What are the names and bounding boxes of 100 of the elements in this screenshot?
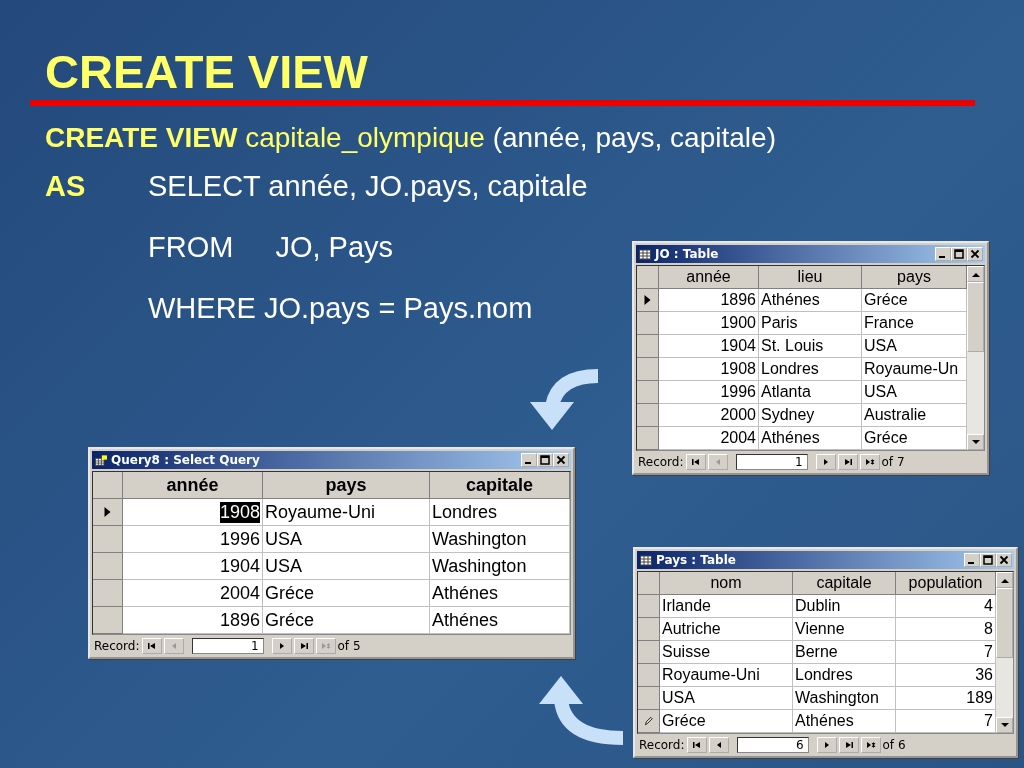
table-cell: Athénes: [793, 710, 896, 733]
table-cell: 1996: [123, 526, 263, 553]
table-cell: Berne: [793, 641, 896, 664]
record-number-field[interactable]: 1: [735, 454, 808, 470]
column-header[interactable]: lieu: [759, 266, 862, 289]
table-cell: USA: [263, 553, 430, 580]
record-number-field[interactable]: 1: [191, 638, 264, 654]
close-button[interactable]: [996, 553, 1012, 567]
first-record-button[interactable]: [686, 737, 707, 753]
select-all-corner[interactable]: [638, 572, 660, 595]
next-record-button[interactable]: [816, 737, 837, 753]
current-record-icon: [103, 506, 112, 518]
maximize-icon: [954, 249, 964, 259]
table-cell: Suisse: [660, 641, 793, 664]
window-title: JO : Table: [655, 247, 720, 261]
minimize-button[interactable]: [521, 453, 537, 467]
column-header[interactable]: pays: [263, 472, 430, 499]
table-cell: 1896: [659, 289, 759, 312]
column-header[interactable]: année: [659, 266, 759, 289]
record-number-field[interactable]: 6: [736, 737, 809, 753]
new-record-button[interactable]: [859, 454, 880, 470]
record-label: Record:: [638, 455, 684, 469]
first-record-icon: [146, 642, 157, 650]
table-cell: USA: [660, 687, 793, 710]
maximize-icon: [540, 455, 550, 465]
scroll-down-icon: [1000, 722, 1009, 728]
close-icon: [999, 555, 1009, 565]
record-selector[interactable]: [93, 499, 123, 526]
table-cell: Vienne: [793, 618, 896, 641]
table-icon: [639, 248, 651, 260]
minimize-icon: [524, 462, 531, 464]
last-record-icon: [298, 642, 309, 650]
table-cell: Sydney: [759, 404, 862, 427]
scroll-up-icon: [971, 271, 980, 277]
column-header[interactable]: pays: [862, 266, 967, 289]
last-record-icon: [843, 741, 854, 749]
vertical-scrollbar[interactable]: [996, 572, 1013, 733]
maximize-button[interactable]: [537, 453, 553, 467]
close-button[interactable]: [967, 247, 983, 261]
table-cell: 1904: [659, 335, 759, 358]
query-icon: [95, 454, 107, 466]
previous-record-button[interactable]: [708, 737, 729, 753]
last-record-icon: [842, 458, 853, 466]
table-cell: 1996: [659, 381, 759, 404]
sql-clause: SELECT année, JO.pays, capitale: [148, 170, 588, 203]
table-cell: Dublin: [793, 595, 896, 618]
table-cell: 1908: [659, 358, 759, 381]
window-title: Pays : Table: [656, 553, 737, 567]
vertical-scrollbar[interactable]: [967, 266, 984, 450]
minimize-button[interactable]: [964, 553, 980, 567]
table-icon: [640, 554, 652, 566]
table-cell: USA: [263, 526, 430, 553]
table-cell: Irlande: [660, 595, 793, 618]
table-cell: 1900: [659, 312, 759, 335]
column-header[interactable]: capitale: [430, 472, 570, 499]
close-icon: [556, 455, 566, 465]
table-cell: 1896: [123, 607, 263, 634]
minimize-button[interactable]: [935, 247, 951, 261]
minimize-icon: [938, 256, 945, 258]
column-header[interactable]: population: [896, 572, 996, 595]
maximize-icon: [983, 555, 993, 565]
next-record-button[interactable]: [271, 638, 292, 654]
table-cell: 2004: [123, 580, 263, 607]
table-cell: St. Louis: [759, 335, 862, 358]
as-keyword: AS: [45, 170, 86, 202]
record-count: of 7: [881, 455, 905, 469]
next-record-button[interactable]: [815, 454, 836, 470]
current-record-icon: [643, 294, 652, 306]
sql-clause: WHERE JO.pays = Pays.nom: [148, 292, 533, 325]
pencil-icon: [644, 715, 653, 727]
table-cell: Athénes: [759, 427, 862, 450]
close-button[interactable]: [553, 453, 569, 467]
first-record-button[interactable]: [685, 454, 706, 470]
record-count: of 5: [337, 639, 361, 653]
record-selector[interactable]: [637, 289, 659, 312]
table-cell: 1908: [123, 499, 263, 526]
first-record-icon: [690, 458, 701, 466]
maximize-button[interactable]: [951, 247, 967, 261]
record-count: of 6: [882, 738, 906, 752]
minimize-icon: [967, 562, 974, 564]
table-cell: Londres: [759, 358, 862, 381]
column-header[interactable]: nom: [660, 572, 793, 595]
table-cell: Paris: [759, 312, 862, 335]
new-record-icon: [864, 458, 875, 466]
new-record-icon: [320, 642, 331, 650]
sql-clause: FROM: [148, 231, 234, 264]
new-record-button[interactable]: [860, 737, 881, 753]
sql-clause: JO, Pays: [275, 231, 394, 264]
first-record-button[interactable]: [141, 638, 162, 654]
close-icon: [970, 249, 980, 259]
table-cell: Gréce: [263, 607, 430, 634]
table-cell: Washington: [430, 553, 570, 580]
column-header[interactable]: capitale: [793, 572, 896, 595]
maximize-button[interactable]: [980, 553, 996, 567]
column-header[interactable]: année: [123, 472, 263, 499]
last-record-button[interactable]: [838, 737, 859, 753]
table-cell: 1904: [123, 553, 263, 580]
record-label: Record:: [639, 738, 685, 752]
last-record-button[interactable]: [837, 454, 858, 470]
last-record-button[interactable]: [293, 638, 314, 654]
